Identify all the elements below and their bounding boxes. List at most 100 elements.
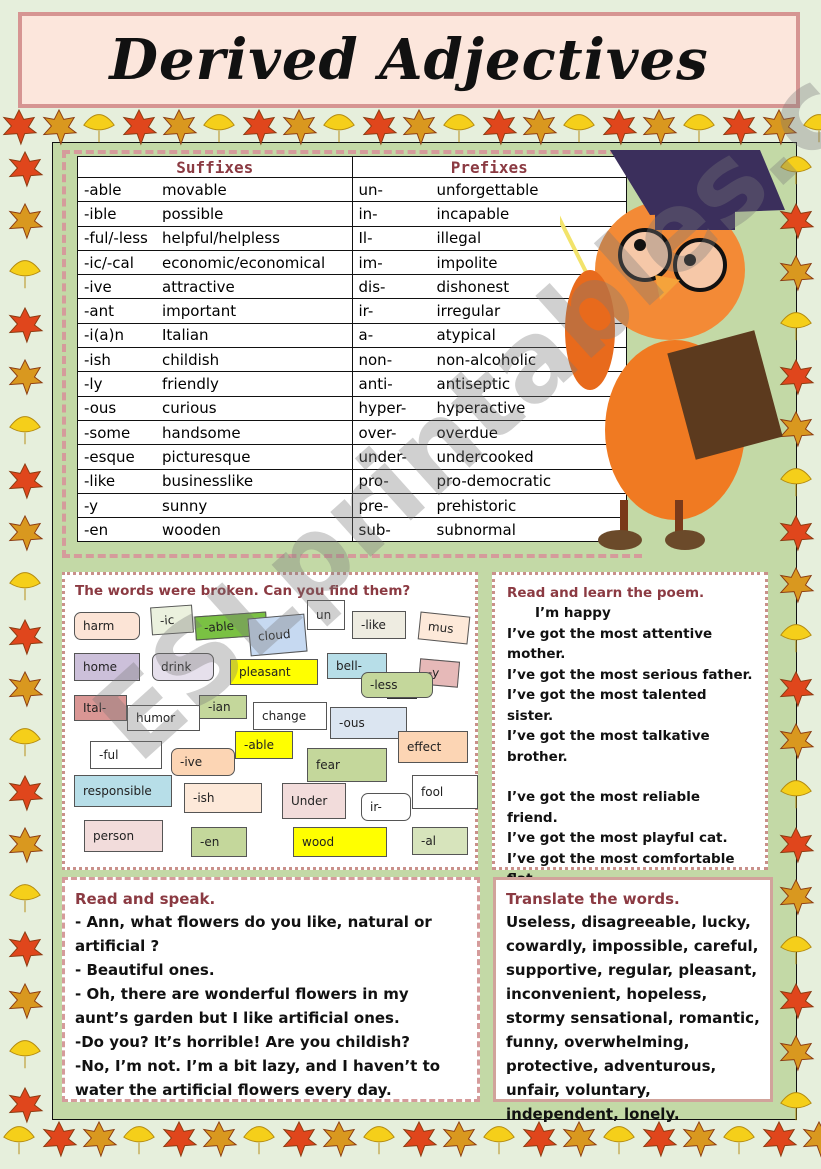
word-chip[interactable]: change bbox=[253, 702, 327, 730]
suffix-affix: -ous bbox=[84, 399, 117, 418]
word-chip[interactable]: Ital- bbox=[74, 695, 127, 721]
suffix-cell: -ous curious bbox=[77, 395, 353, 421]
word-chip[interactable]: un bbox=[307, 600, 345, 630]
word-chip[interactable]: cloud bbox=[247, 613, 308, 657]
prefix-affix: dis- bbox=[358, 277, 386, 296]
table-header-row: Suffixes Prefixes bbox=[77, 156, 627, 178]
ginkgo-leaf-icon bbox=[9, 416, 41, 445]
ginkgo-leaf-icon bbox=[9, 1040, 41, 1069]
table-row: -ish childish non-non-alcoholic bbox=[77, 347, 627, 373]
word-chip[interactable]: -less bbox=[361, 672, 433, 698]
suffix-cell: -ish childish bbox=[77, 347, 353, 373]
maple-leaf-icon bbox=[482, 108, 518, 146]
table-row: -like businesslike pro-pro-democratic bbox=[77, 468, 627, 494]
word-chip[interactable]: -ful bbox=[90, 741, 162, 769]
dialogue-line: -No, I’m not. I’m a bit lazy, and I have… bbox=[75, 1057, 441, 1099]
maple-leaf-icon bbox=[42, 1120, 78, 1158]
affix-table: Suffixes Prefixes -able movable un-unforge… bbox=[77, 156, 627, 543]
ginkgo-leaf-icon bbox=[9, 728, 41, 757]
word-chip[interactable]: -able bbox=[235, 731, 293, 759]
glasses-right bbox=[673, 238, 727, 292]
poem-title: Read and learn the poem. bbox=[507, 585, 705, 601]
maple-leaf-icon bbox=[8, 1086, 44, 1124]
maple-leaf-icon bbox=[8, 306, 44, 344]
prefix-affix: in- bbox=[358, 204, 378, 223]
prefix-affix: ir- bbox=[358, 302, 374, 321]
word-chip[interactable]: fool bbox=[412, 775, 478, 809]
table-row: -ful/-less helpful/helpless Il-illegal bbox=[77, 225, 627, 251]
word-chip[interactable]: pleasant bbox=[230, 659, 318, 685]
table-row: -able movable un-unforgettable bbox=[77, 176, 627, 203]
suffix-cell: -ly friendly bbox=[77, 371, 353, 397]
suffix-cell: -ant important bbox=[77, 298, 353, 324]
suffix-example: possible bbox=[162, 204, 224, 223]
maple-leaf-icon bbox=[282, 1120, 318, 1158]
table-row: -ible possible in-incapable bbox=[77, 201, 627, 227]
oak-leaf-icon bbox=[322, 1120, 358, 1158]
suffix-affix: -i(a)n bbox=[84, 326, 124, 345]
suffix-affix: -some bbox=[84, 423, 131, 442]
word-chip[interactable]: home bbox=[74, 653, 140, 681]
ginkgo-leaf-icon bbox=[9, 884, 41, 913]
title-banner: Derived Adjectives bbox=[18, 12, 800, 108]
prefix-affix: over- bbox=[358, 423, 397, 442]
oak-leaf-icon bbox=[8, 670, 44, 708]
word-chip[interactable]: fear bbox=[307, 748, 387, 782]
word-chip[interactable]: -ish bbox=[184, 783, 262, 813]
ginkgo-leaf-icon bbox=[203, 114, 235, 143]
word-chip[interactable]: -ive bbox=[171, 748, 235, 776]
word-chip[interactable]: -ous bbox=[330, 707, 407, 739]
ginkgo-leaf-icon bbox=[780, 780, 812, 809]
page-title: Derived Adjectives bbox=[109, 27, 709, 93]
word-chip[interactable]: -like bbox=[352, 611, 406, 639]
maple-leaf-icon bbox=[8, 462, 44, 500]
suffix-example: picturesque bbox=[162, 447, 251, 466]
word-chip[interactable]: humor bbox=[127, 705, 200, 731]
oak-leaf-icon bbox=[8, 514, 44, 552]
word-chip[interactable]: -en bbox=[191, 827, 247, 857]
suffix-affix: -ible bbox=[84, 204, 117, 223]
maple-leaf-icon bbox=[122, 108, 158, 146]
suffix-cell: -like businesslike bbox=[77, 468, 353, 494]
word-chip[interactable]: -ian bbox=[199, 695, 247, 719]
word-chip[interactable]: wood bbox=[293, 827, 387, 857]
oak-leaf-icon bbox=[42, 108, 78, 146]
dialogue: - Ann, what flowers do you like, natural… bbox=[75, 910, 467, 1102]
suffix-cell: -i(a)n Italian bbox=[77, 322, 353, 349]
suffix-example: Italian bbox=[162, 326, 209, 345]
translate-words: Useless, disagreeable, lucky, cowardly, … bbox=[506, 913, 760, 1123]
prefix-example: irregular bbox=[436, 302, 501, 321]
word-chip[interactable]: effect bbox=[398, 731, 468, 763]
prefix-example: atypical bbox=[436, 326, 496, 345]
prefix-example: overdue bbox=[436, 423, 498, 442]
suffix-affix: -ant bbox=[84, 302, 114, 321]
oak-leaf-icon bbox=[779, 878, 815, 916]
word-chip[interactable]: drink bbox=[152, 653, 214, 681]
suffix-cell: -ive attractive bbox=[77, 274, 353, 300]
translate-section: Translate the words. Useless, disagreeab… bbox=[493, 877, 773, 1123]
word-chip[interactable]: mus bbox=[417, 611, 471, 645]
word-chip[interactable]: person bbox=[84, 820, 163, 852]
maple-leaf-icon bbox=[762, 1120, 798, 1158]
word-chip[interactable]: harm bbox=[74, 612, 140, 640]
oak-leaf-icon bbox=[202, 1120, 238, 1158]
oak-leaf-icon bbox=[779, 566, 815, 604]
word-chip[interactable]: -al bbox=[412, 827, 468, 855]
suffix-example: curious bbox=[162, 399, 217, 418]
dialogue-line: - Beautiful ones. bbox=[75, 961, 215, 979]
prefix-affix: hyper- bbox=[358, 399, 407, 418]
word-chip[interactable]: -ic bbox=[150, 604, 194, 636]
suffix-affix: -y bbox=[84, 496, 99, 515]
word-chip[interactable]: ir- bbox=[361, 793, 411, 821]
prefix-example: non-alcoholic bbox=[436, 350, 537, 369]
suffix-affix: -able bbox=[84, 180, 122, 199]
ginkgo-leaf-icon bbox=[323, 114, 355, 143]
prefix-affix: Il- bbox=[358, 229, 373, 248]
prefix-example: illegal bbox=[436, 229, 482, 248]
prefix-affix: anti- bbox=[358, 375, 393, 394]
poem-line: I’ve got the most attentive mother. bbox=[507, 625, 713, 663]
word-chip[interactable]: responsible bbox=[74, 775, 172, 807]
connector-line bbox=[387, 698, 417, 699]
word-chip[interactable]: Under bbox=[282, 783, 346, 819]
table-row: -ant important ir-irregular bbox=[77, 298, 627, 324]
